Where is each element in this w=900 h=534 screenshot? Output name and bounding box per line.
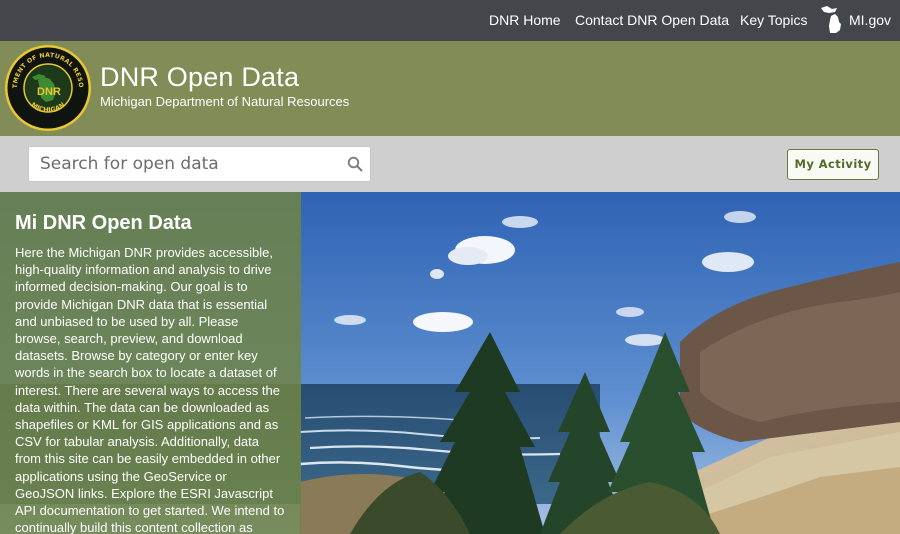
my-activity-button[interactable]: My Activity [787, 149, 879, 180]
search-bar: My Activity [0, 136, 900, 192]
search-box [28, 146, 371, 182]
nav-link-dnr-home[interactable]: DNR Home [489, 12, 561, 28]
intro-body-text: Here the Michigan DNR provides accessibl… [15, 245, 285, 534]
intro-panel: Mi DNR Open Data Here the Michigan DNR p… [0, 192, 301, 534]
nav-link-contact[interactable]: Contact DNR Open Data [575, 12, 729, 28]
search-input[interactable] [29, 147, 339, 181]
site-header: DEPARTMENT OF NATURAL RESOURCES DNR MICH… [0, 41, 900, 136]
nav-link-mi-gov[interactable]: MI.gov [849, 12, 891, 28]
site-title: DNR Open Data [100, 62, 300, 92]
site-subtitle: Michigan Department of Natural Resources [100, 94, 350, 109]
dnr-seal-logo[interactable]: DEPARTMENT OF NATURAL RESOURCES DNR MICH… [4, 44, 92, 132]
top-nav-bar: DNR Home Contact DNR Open Data Key Topic… [0, 0, 900, 41]
intro-title: Mi DNR Open Data [15, 212, 192, 234]
seal-text-center: DNR [37, 86, 61, 98]
nav-link-key-topics[interactable]: Key Topics [740, 12, 807, 28]
michigan-icon[interactable] [818, 4, 846, 34]
search-icon[interactable] [347, 156, 363, 172]
hero-banner: Mi DNR Open Data Here the Michigan DNR p… [0, 192, 900, 534]
